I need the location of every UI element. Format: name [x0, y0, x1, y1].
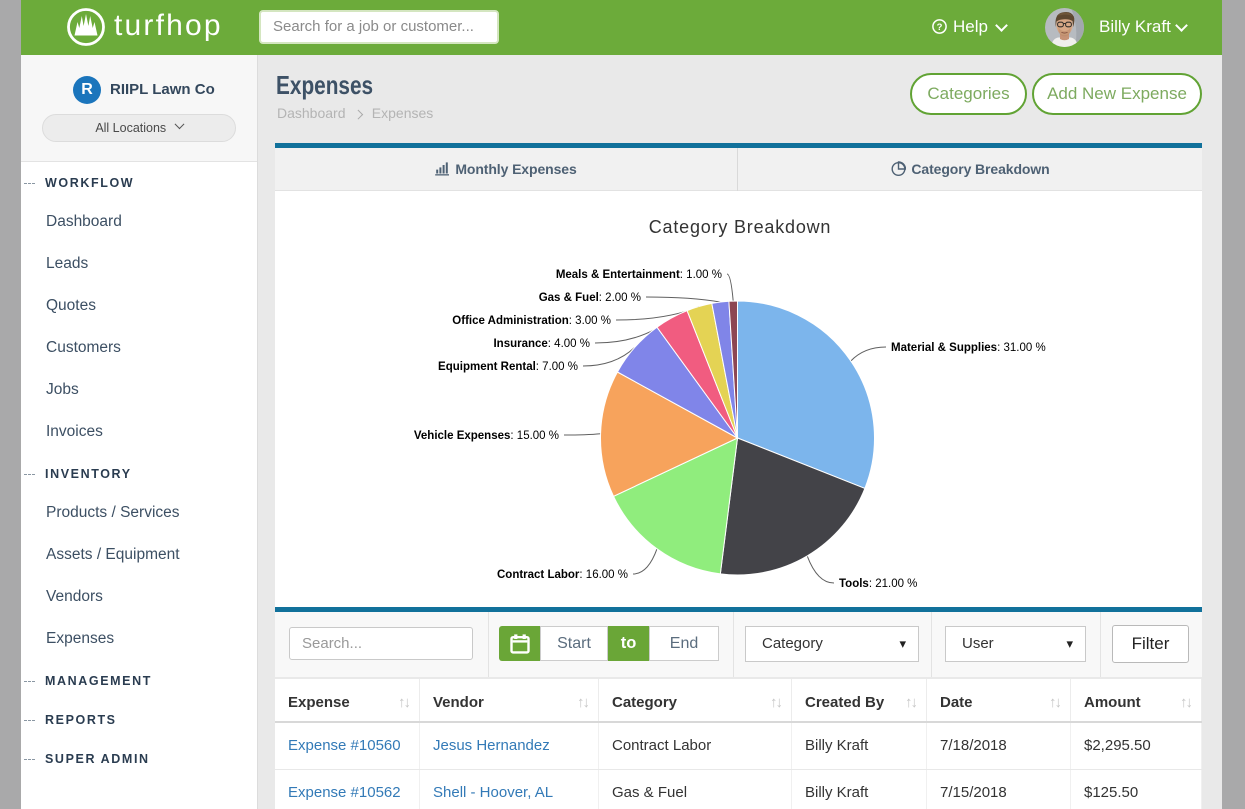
svg-text:Material & Supplies: 31.00 %: Material & Supplies: 31.00 %	[891, 342, 1046, 354]
svg-text:Category Breakdown: Category Breakdown	[649, 217, 832, 237]
svg-text:Gas & Fuel: 2.00 %: Gas & Fuel: 2.00 %	[539, 292, 641, 304]
svg-text:?: ?	[937, 22, 943, 33]
svg-text:Office Administration: 3.00 %: Office Administration: 3.00 %	[452, 315, 611, 327]
svg-text:Contract Labor: 16.00 %: Contract Labor: 16.00 %	[497, 569, 628, 581]
svg-text:Insurance: 4.00 %: Insurance: 4.00 %	[493, 338, 590, 350]
svg-text:Vehicle Expenses: 15.00 %: Vehicle Expenses: 15.00 %	[414, 430, 559, 442]
svg-text:Tools: 21.00 %: Tools: 21.00 %	[839, 578, 917, 590]
svg-text:Meals & Entertainment: 1.00 %: Meals & Entertainment: 1.00 %	[556, 269, 722, 281]
svg-text:Equipment Rental: 7.00 %: Equipment Rental: 7.00 %	[438, 361, 578, 373]
